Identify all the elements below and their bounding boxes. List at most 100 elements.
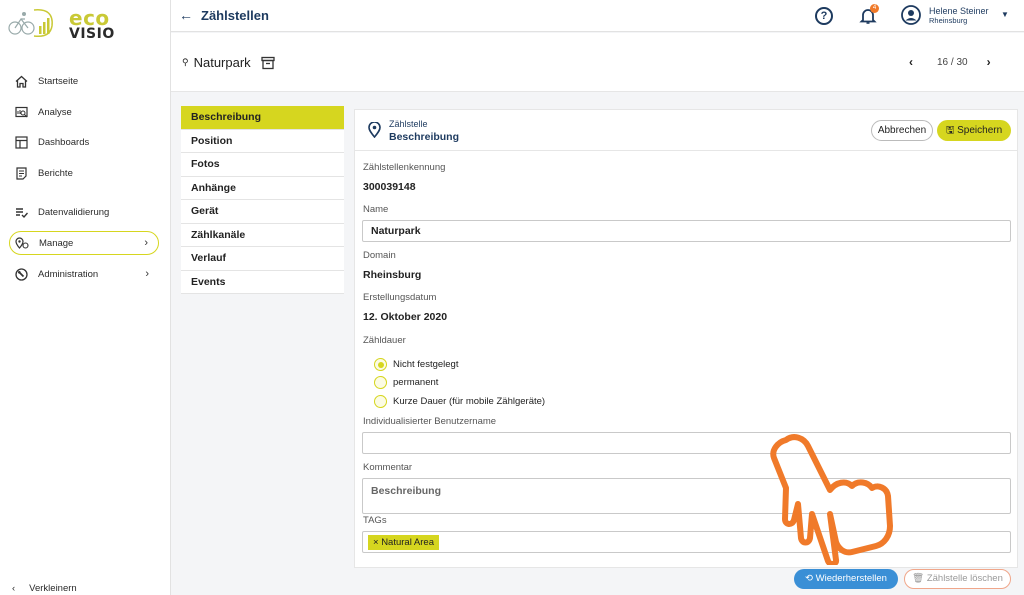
created-value: 12. Oktober 2020 [363,311,448,323]
notifications-button[interactable]: 4 [859,4,879,25]
id-label: Zählstellenkennung [363,162,446,173]
avatar[interactable] [901,5,921,25]
sidebar-item-startseite[interactable]: Startseite [9,69,159,93]
arrow-left-icon: ← [179,7,193,23]
tab-fotos[interactable]: Fotos [181,153,344,177]
sidebar-item-label: Administration [38,268,99,280]
caret-down-icon[interactable]: ▼ [1001,10,1009,19]
pointing-hand-icon [770,434,893,565]
save-label: Speichern [957,125,1003,136]
option-label: Kurze Dauer (für mobile Zählgeräte) [393,396,546,407]
comment-field[interactable]: Beschreibung [362,478,1011,514]
panel-kicker: Zählstelle [389,119,428,129]
top-bar: ← Zählstellen ? 4 Helene Steiner Rheinsb… [171,0,1024,32]
administration-icon [13,266,29,282]
duration-label: Zähldauer [363,335,406,346]
tab-verlauf[interactable]: Verlauf [181,247,344,271]
detail-header: ⚲ Naturpark ‹ 16 / 30 › [171,33,1024,92]
detail-tabs: Beschreibung Position Fotos Anhänge Gerä… [181,106,344,294]
username-field[interactable] [362,432,1011,454]
restore-button[interactable]: ⟲ Wiederherstellen [794,569,898,589]
tab-beschreibung[interactable]: Beschreibung [181,106,344,130]
sidebar-item-label: Startseite [38,75,79,87]
radio-selected-icon [374,358,387,371]
dashboard-icon [13,134,29,150]
analysis-icon [13,104,29,120]
radio-icon [374,395,387,408]
tags-input[interactable]: × Natural Area [362,531,1011,553]
description-panel: Zählstelle Beschreibung Abbrechen 🖫 Spei… [354,109,1018,568]
name-label: Name [363,204,389,215]
sidebar-item-label: Dashboards [38,136,90,148]
previous-record-button[interactable]: ‹ [909,55,913,69]
option-label: Nicht festgelegt [393,359,459,370]
tab-geraet[interactable]: Gerät [181,200,344,224]
sidebar-item-label: Berichte [38,167,73,179]
location-title: ⚲ Naturpark [182,55,275,70]
domain-value: Rheinsburg [363,269,422,281]
notification-badge: 4 [870,4,879,13]
duration-option-not-set[interactable]: Nicht festgelegt [374,358,458,371]
id-value: 300039148 [363,181,416,193]
delete-label: Zählstelle löschen [926,573,1003,584]
logo-word-visio: VISIO [69,26,115,42]
user-name: Helene Steiner [929,6,989,16]
panel-title: Beschreibung [389,131,460,143]
report-icon [13,165,29,181]
tab-position[interactable]: Position [181,130,344,153]
sidebar-item-label: Manage [39,237,74,249]
tag-chip[interactable]: × Natural Area [368,535,439,550]
home-icon [13,73,29,89]
back-to-list-button[interactable]: ← Zählstellen [179,7,269,23]
tags-label: TAGs [363,515,387,526]
sidebar-item-manage[interactable]: Manage › [9,231,159,255]
validation-icon [13,204,29,220]
collapse-label: Verkleinern [29,583,77,594]
sidebar: eco VISIO Startseite Analyse Dashboards … [0,0,171,595]
domain-label: Domain [363,250,396,261]
pager-position: 16 / 30 [937,56,968,68]
sidebar-item-datenvalidierung[interactable]: Datenvalidierung [9,200,159,224]
name-field[interactable]: Naturpark [362,220,1011,242]
location-name: Naturpark [193,55,251,70]
tab-events[interactable]: Events [181,271,344,294]
panel-header: Zählstelle Beschreibung Abbrechen 🖫 Spei… [355,110,1017,151]
cancel-button[interactable]: Abbrechen [871,120,933,141]
tag-label: Natural Area [381,537,434,548]
manage-icon [14,235,30,251]
location-pin-icon [368,122,381,138]
duration-option-short[interactable]: Kurze Dauer (für mobile Zählgeräte) [374,395,545,408]
sidebar-item-berichte[interactable]: Berichte [9,161,159,185]
comment-label: Kommentar [363,462,413,473]
sidebar-item-dashboards[interactable]: Dashboards [9,130,159,154]
trash-icon: 🗑 [912,573,927,584]
chevron-right-icon: › [145,268,149,280]
tab-zaehlkanaele[interactable]: Zählkanäle [181,224,344,247]
radio-icon [374,376,387,389]
user-domain: Rheinsburg [929,16,968,25]
option-label: permanent [393,377,439,388]
collapse-sidebar-button[interactable]: ‹ Verkleinern [12,583,77,594]
restore-label: Wiederherstellen [815,573,887,584]
help-icon[interactable]: ? [815,7,833,25]
chevron-right-icon: › [144,237,148,249]
sidebar-item-label: Datenvalidierung [38,206,110,218]
username-label: Individualisierter Benutzername [363,416,497,427]
logo-mark-icon [8,9,53,38]
page-title: Zählstellen [201,7,269,23]
delete-counter-button[interactable]: 🗑 Zählstelle löschen [904,569,1011,589]
duration-option-permanent[interactable]: permanent [374,376,438,389]
sidebar-item-analyse[interactable]: Analyse [9,100,159,124]
sidebar-item-administration[interactable]: Administration › [9,262,159,286]
next-record-button[interactable]: › [987,55,991,69]
tab-anhaenge[interactable]: Anhänge [181,177,344,200]
chevron-left-icon: ‹ [12,583,16,594]
archive-icon[interactable] [261,56,275,70]
user-menu[interactable]: Helene Steiner Rheinsburg [929,6,989,26]
location-pin-icon: ⚲ [182,57,189,67]
restore-icon: ⟲ [805,573,816,584]
record-pager: ‹ 16 / 30 › [909,55,991,69]
save-button[interactable]: 🖫 Speichern [937,120,1011,141]
remove-tag-icon[interactable]: × [373,537,381,548]
ecovisio-logo[interactable]: eco VISIO [6,6,116,42]
